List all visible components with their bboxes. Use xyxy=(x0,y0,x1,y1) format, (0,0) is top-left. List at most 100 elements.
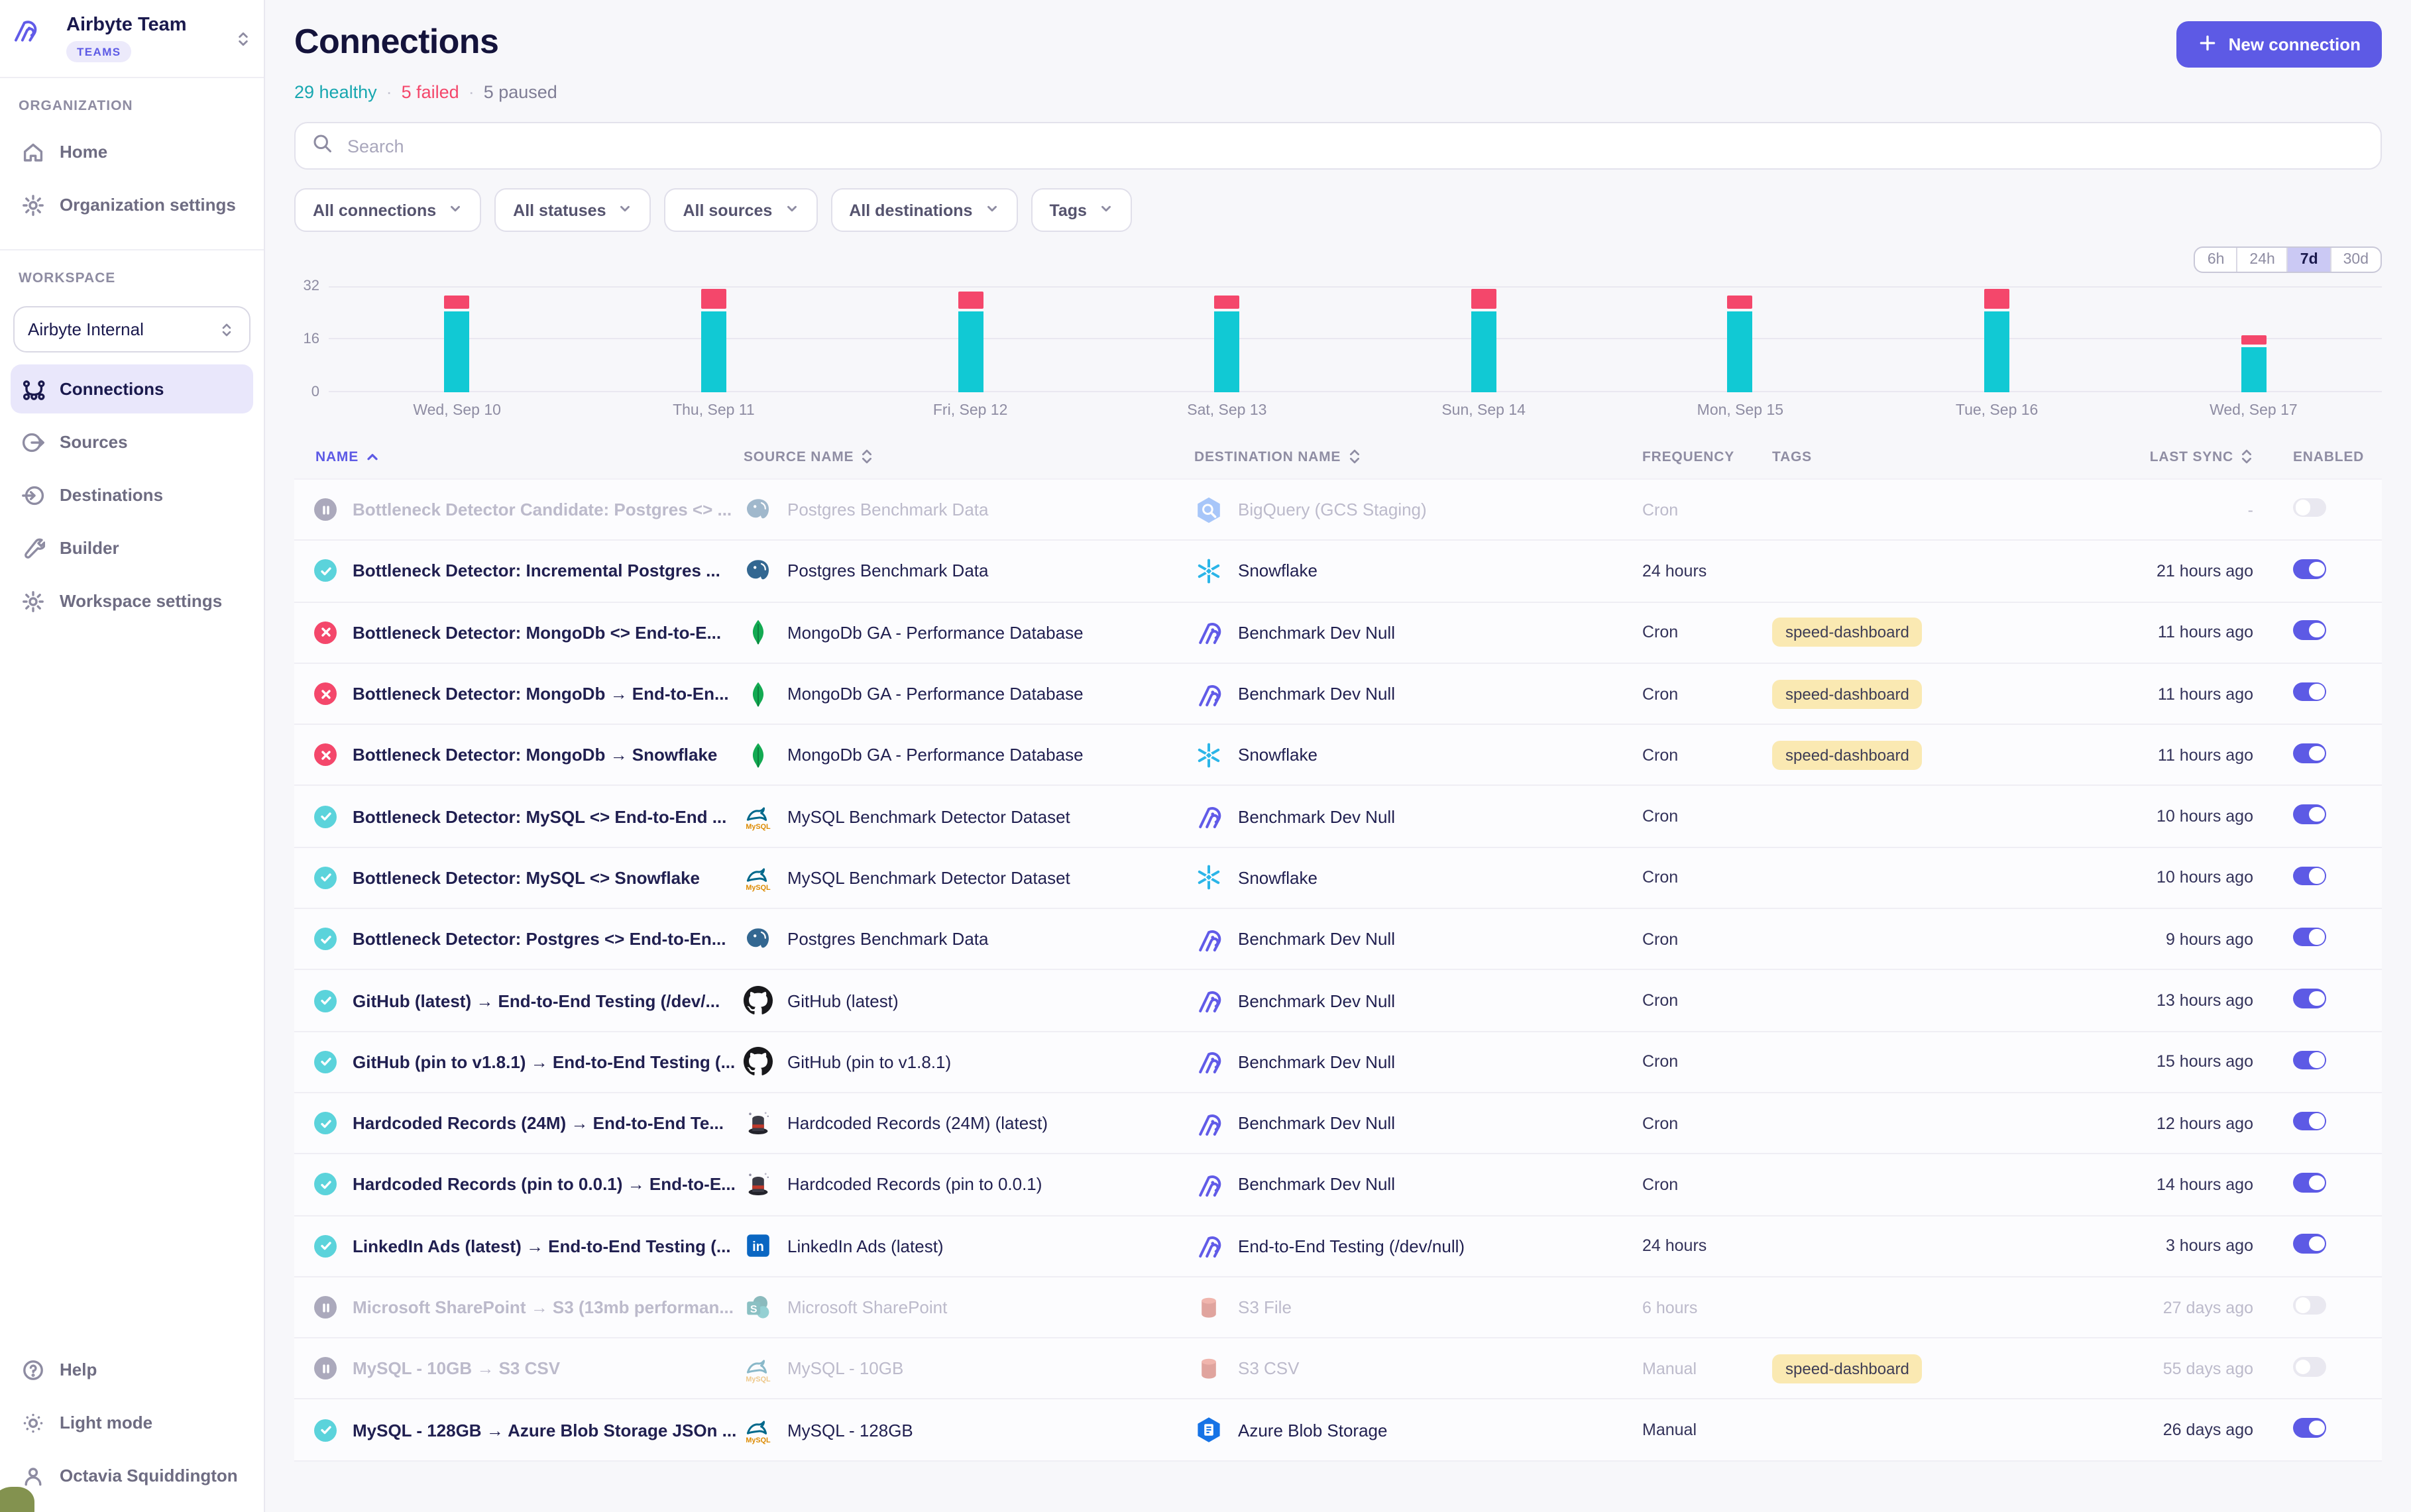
sun-icon xyxy=(21,1411,45,1434)
chart-bar-sun-sep-14[interactable] xyxy=(1355,286,1612,392)
failed-bar-segment xyxy=(1471,289,1496,309)
last-sync: 12 hours ago xyxy=(2131,1114,2261,1132)
connection-row[interactable]: Hardcoded Records (pin to 0.0.1) → End-t… xyxy=(294,1155,2382,1216)
connection-row[interactable]: Bottleneck Detector: MongoDb → End-to-En… xyxy=(294,664,2382,726)
svg-text:in: in xyxy=(752,1240,764,1254)
enabled-toggle[interactable] xyxy=(2293,1234,2326,1254)
mysql-icon: MySQL xyxy=(744,1354,773,1383)
connection-row[interactable]: Bottleneck Detector: Postgres <> End-to-… xyxy=(294,909,2382,971)
enabled-toggle[interactable] xyxy=(2293,866,2326,885)
chevron-down-icon xyxy=(984,201,999,219)
connection-row[interactable]: Bottleneck Detector: MongoDb → Snowflake… xyxy=(294,725,2382,786)
status-failed-icon xyxy=(314,744,337,767)
connection-row[interactable]: Bottleneck Detector: MongoDb <> End-to-E… xyxy=(294,602,2382,664)
connection-row[interactable]: Hardcoded Records (24M) → End-to-End Te.… xyxy=(294,1093,2382,1155)
status-success-icon xyxy=(314,1234,337,1257)
chart-bar-wed-sep-17[interactable] xyxy=(2125,286,2382,392)
connection-row[interactable]: Bottleneck Detector Candidate: Postgres … xyxy=(294,480,2382,541)
enabled-toggle[interactable] xyxy=(2293,1112,2326,1131)
chart-bar-mon-sep-15[interactable] xyxy=(1612,286,1868,392)
chart-bar-fri-sep-12[interactable] xyxy=(842,286,1099,392)
enabled-toggle[interactable] xyxy=(2293,1296,2326,1315)
enabled-toggle[interactable] xyxy=(2293,621,2326,640)
sidebar-item-sources[interactable]: Sources xyxy=(11,417,253,466)
tag-chip[interactable]: speed-dashboard xyxy=(1772,741,1923,770)
enabled-toggle[interactable] xyxy=(2293,1050,2326,1069)
chart-bar-sat-sep-13[interactable] xyxy=(1099,286,1355,392)
enabled-toggle[interactable] xyxy=(2293,682,2326,702)
column-header-name[interactable]: NAME xyxy=(294,448,744,465)
status-success-icon xyxy=(314,1112,337,1134)
organization-switcher[interactable]: Airbyte Team TEAMS xyxy=(0,0,264,77)
linkedin-icon: in xyxy=(744,1231,773,1260)
connection-row[interactable]: LinkedIn Ads (latest) → End-to-End Testi… xyxy=(294,1216,2382,1277)
svg-text:MySQL: MySQL xyxy=(746,885,771,892)
sidebar-item-light-mode[interactable]: Light mode xyxy=(11,1398,253,1447)
last-sync: 27 days ago xyxy=(2131,1298,2261,1317)
connection-row[interactable]: Bottleneck Detector: MySQL <> End-to-End… xyxy=(294,786,2382,848)
connection-row[interactable]: MySQL - 10GB → S3 CSV MySQLMySQL - 10GB … xyxy=(294,1338,2382,1400)
connection-row[interactable]: Bottleneck Detector: MySQL <> Snowflake … xyxy=(294,848,2382,910)
filter-all-sources[interactable]: All sources xyxy=(665,188,818,232)
organization-section-label: ORGANIZATION xyxy=(19,98,245,114)
enabled-toggle[interactable] xyxy=(2293,743,2326,763)
sidebar-item-connections[interactable]: Connections xyxy=(11,364,253,413)
failed-bar-segment xyxy=(1728,296,1753,309)
time-range-6h[interactable]: 6h xyxy=(2196,248,2237,272)
connection-name: Bottleneck Detector: MySQL <> Snowflake xyxy=(353,868,744,888)
column-header-destination-name[interactable]: DESTINATION NAME xyxy=(1194,448,1642,465)
sidebar-item-home[interactable]: Home xyxy=(11,127,253,176)
column-header-source-name[interactable]: SOURCE NAME xyxy=(744,448,1194,465)
workspace-selector[interactable]: Airbyte Internal xyxy=(13,306,251,352)
chart-bar-tue-sep-16[interactable] xyxy=(1869,286,2125,392)
frequency: Cron xyxy=(1642,807,1772,826)
enabled-toggle[interactable] xyxy=(2293,1419,2326,1438)
column-header-last-sync[interactable]: LAST SYNC xyxy=(2131,448,2261,465)
chevron-updown-icon xyxy=(217,320,236,339)
filter-all-connections[interactable]: All connections xyxy=(294,188,481,232)
enabled-toggle[interactable] xyxy=(2293,498,2326,517)
sidebar-item-organization-settings[interactable]: Organization settings xyxy=(11,180,253,229)
new-connection-button[interactable]: New connection xyxy=(2177,21,2382,68)
postgres-icon xyxy=(744,495,773,524)
plus-icon xyxy=(2198,32,2218,56)
chart-bar-thu-sep-11[interactable] xyxy=(585,286,842,392)
time-range-30d[interactable]: 30d xyxy=(2330,248,2381,272)
tag-chip[interactable]: speed-dashboard xyxy=(1772,1354,1923,1383)
enabled-toggle[interactable] xyxy=(2293,989,2326,1008)
connection-row[interactable]: GitHub (latest) → End-to-End Testing (/d… xyxy=(294,971,2382,1032)
search-input[interactable] xyxy=(345,135,2365,157)
connection-name: MySQL - 10GB → S3 CSV xyxy=(353,1359,744,1379)
status-success-icon xyxy=(314,1173,337,1196)
chart-bar-wed-sep-10[interactable] xyxy=(329,286,585,392)
destination-name: Benchmark Dev Null xyxy=(1238,1052,1395,1072)
last-sync: 10 hours ago xyxy=(2131,869,2261,887)
filter-all-destinations[interactable]: All destinations xyxy=(830,188,1017,232)
filter-tags[interactable]: Tags xyxy=(1031,188,1132,232)
enabled-toggle[interactable] xyxy=(2293,928,2326,947)
sidebar-item-builder[interactable]: Builder xyxy=(11,523,253,572)
destination-name: Benchmark Dev Null xyxy=(1238,684,1395,704)
time-range-7d[interactable]: 7d xyxy=(2287,248,2330,272)
enabled-toggle[interactable] xyxy=(2293,559,2326,578)
sidebar-item-destinations[interactable]: Destinations xyxy=(11,470,253,519)
sidebar-item-octavia-squiddington[interactable]: Octavia Squiddington xyxy=(11,1451,253,1500)
time-range-24h[interactable]: 24h xyxy=(2236,248,2286,272)
connection-row[interactable]: Bottleneck Detector: Incremental Postgre… xyxy=(294,541,2382,603)
frequency: Manual xyxy=(1642,1360,1772,1378)
connection-row[interactable]: MySQL - 128GB → Azure Blob Storage JSOn … xyxy=(294,1400,2382,1462)
sources-icon xyxy=(21,430,45,454)
enabled-toggle[interactable] xyxy=(2293,1173,2326,1192)
sidebar-item-workspace-settings[interactable]: Workspace settings xyxy=(11,576,253,625)
tag-chip[interactable]: speed-dashboard xyxy=(1772,618,1923,647)
tag-chip[interactable]: speed-dashboard xyxy=(1772,679,1923,708)
connection-row[interactable]: Microsoft SharePoint → S3 (13mb performa… xyxy=(294,1277,2382,1339)
enabled-toggle[interactable] xyxy=(2293,1357,2326,1376)
paused-count: 5 paused xyxy=(484,82,557,102)
last-sync: 55 days ago xyxy=(2131,1360,2261,1378)
connection-row[interactable]: GitHub (pin to v1.8.1) → End-to-End Test… xyxy=(294,1032,2382,1093)
filter-all-statuses[interactable]: All statuses xyxy=(494,188,651,232)
enabled-toggle[interactable] xyxy=(2293,805,2326,824)
sidebar-item-help[interactable]: Help xyxy=(11,1345,253,1394)
destination-name: S3 CSV xyxy=(1238,1359,1300,1379)
